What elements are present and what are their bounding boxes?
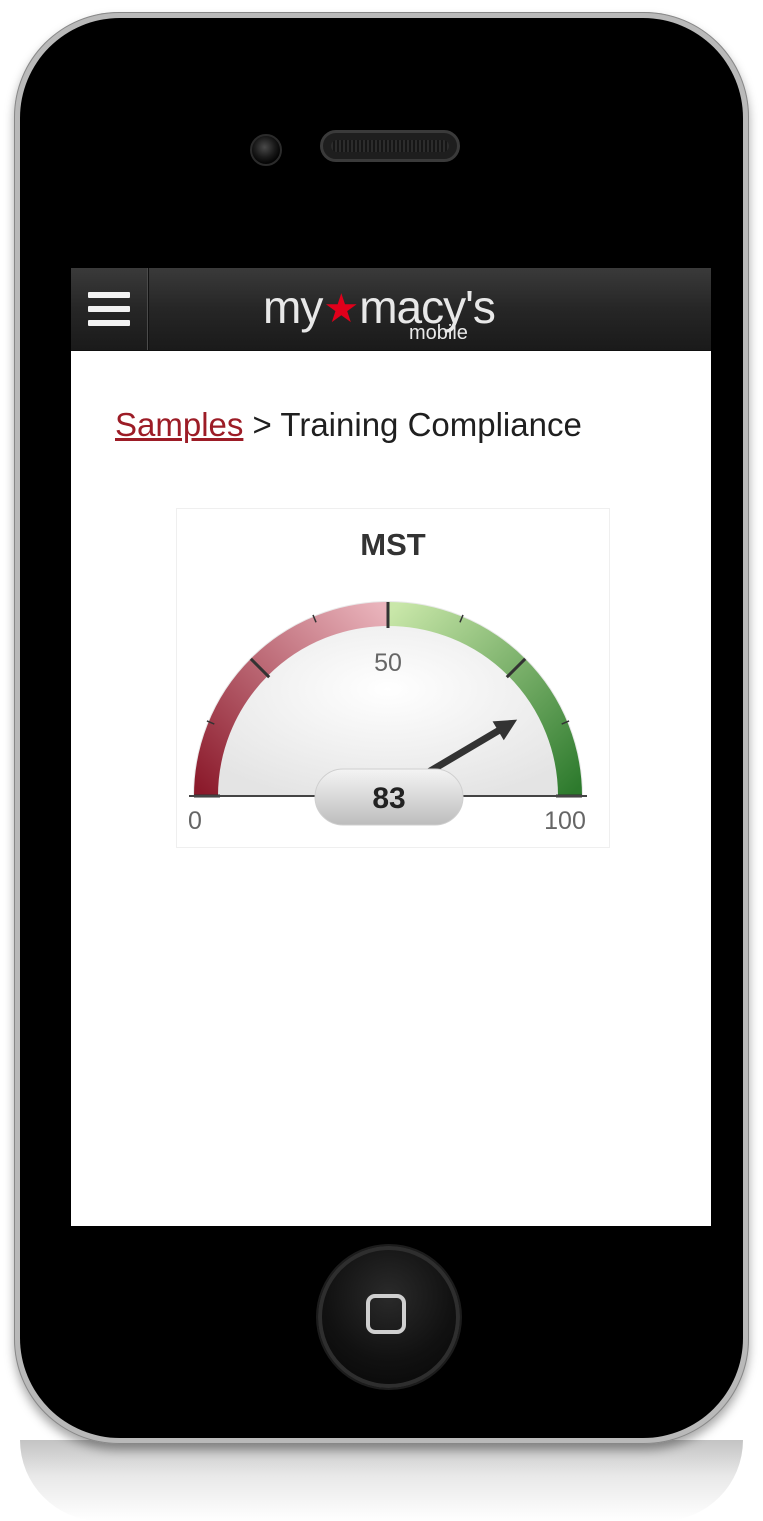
- app-header: my★macy's mobile: [71, 268, 711, 351]
- gauge-max-label: 100: [544, 807, 586, 835]
- logo-subtitle: mobile: [409, 322, 468, 344]
- phone-screen: my★macy's mobile Samples > Training Comp…: [71, 268, 711, 1226]
- gauge-mid-label: 50: [374, 649, 402, 677]
- gauge-card: MST 50 0 100 83: [176, 508, 610, 848]
- gauge-chart: 50 0 100 83: [188, 601, 587, 835]
- gauge-face: [192, 601, 584, 797]
- mymacys-logo[interactable]: my★macy's mobile: [263, 278, 533, 348]
- breadcrumb: Samples > Training Compliance: [115, 406, 582, 444]
- menu-button[interactable]: [71, 268, 148, 350]
- star-icon: ★: [323, 287, 359, 331]
- breadcrumb-link-samples[interactable]: Samples: [115, 406, 243, 443]
- gauge-value-label: 83: [372, 782, 405, 815]
- gauge-min-label: 0: [188, 807, 202, 835]
- phone-reflection: [20, 1440, 743, 1521]
- home-button[interactable]: [318, 1246, 460, 1388]
- earpiece-speaker: [320, 130, 460, 162]
- front-camera: [250, 134, 282, 166]
- breadcrumb-current: Training Compliance: [280, 406, 582, 443]
- home-square-icon: [366, 1294, 406, 1334]
- breadcrumb-separator: >: [243, 406, 281, 443]
